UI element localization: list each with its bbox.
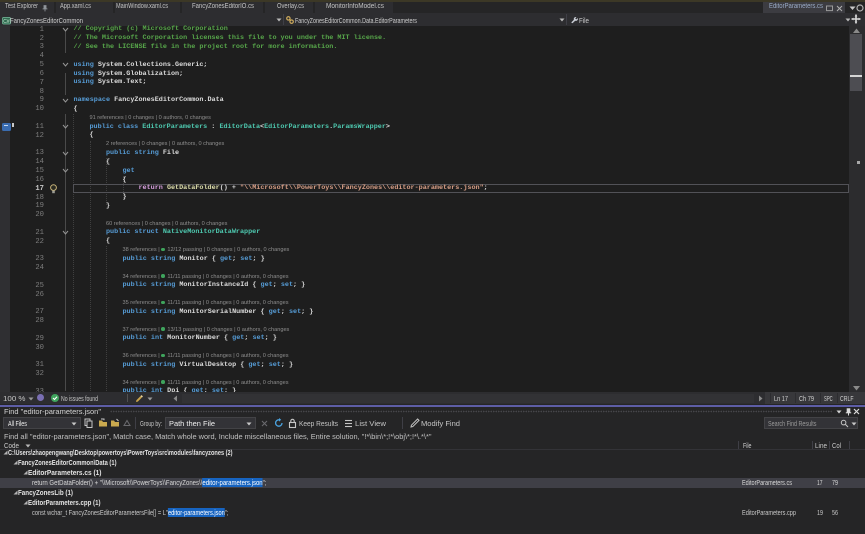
svg-text:C#: C# <box>3 18 10 24</box>
